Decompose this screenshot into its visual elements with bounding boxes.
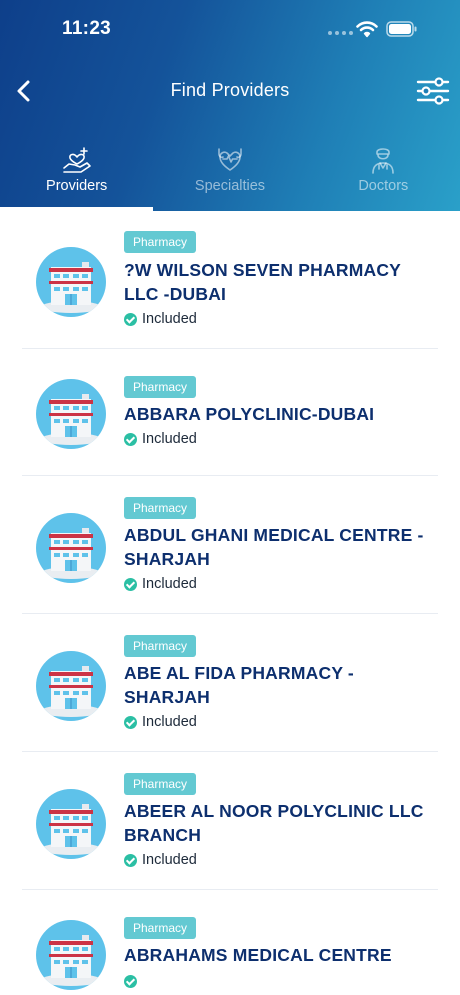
coverage-status: Included	[124, 310, 197, 328]
category-badge: Pharmacy	[124, 635, 197, 657]
hospital-building-icon	[36, 247, 106, 317]
provider-name: ABDUL GHANI MEDICAL CENTRE - SHARJAH	[124, 525, 424, 569]
status-time: 11:23	[62, 18, 112, 39]
check-circle-icon	[124, 715, 137, 729]
check-circle-icon	[124, 853, 137, 867]
list-item[interactable]: Pharmacy ABDUL GHANI MEDICAL CENTRE - SH…	[22, 476, 438, 614]
tab-bar: Providers Specialties Doctors	[0, 144, 460, 211]
list-item[interactable]: Pharmacy ABE AL FIDA PHARMACY - SHARJAH …	[22, 614, 438, 752]
tab-providers[interactable]: Providers	[0, 144, 153, 211]
battery-icon	[386, 21, 417, 37]
provider-name: ABRAHAMS MEDICAL CENTRE	[124, 945, 392, 965]
filter-sliders-icon[interactable]	[416, 76, 450, 106]
status-bar: 11:23	[0, 0, 460, 60]
hospital-building-icon	[36, 513, 106, 583]
building-drawing	[41, 935, 101, 986]
list-item[interactable]: Pharmacy ABRAHAMS MEDICAL CENTRE	[22, 890, 438, 994]
status-text: Included	[142, 576, 197, 592]
coverage-status: Included	[124, 713, 197, 731]
category-badge: Pharmacy	[124, 231, 197, 253]
building-drawing	[41, 394, 101, 445]
heart-stethoscope-icon	[218, 148, 242, 171]
hospital-building-icon	[36, 651, 106, 721]
hospital-building-icon	[36, 789, 106, 859]
wifi-icon	[356, 21, 378, 38]
provider-name: ABBARA POLYCLINIC-DUBAI	[124, 404, 375, 424]
cellular-signal-icon	[328, 31, 353, 35]
status-text: Included	[142, 852, 197, 868]
tab-doctors[interactable]: Doctors	[307, 144, 460, 211]
list-item[interactable]: Pharmacy ABBARA POLYCLINIC-DUBAI Include…	[22, 349, 438, 476]
heart-hand-icon	[62, 147, 91, 173]
category-badge: Pharmacy	[124, 773, 197, 795]
page-title: Find Providers	[170, 80, 290, 100]
category-badge: Pharmacy	[124, 376, 197, 398]
building-drawing	[41, 666, 101, 717]
coverage-status: Included	[124, 575, 197, 593]
tab-providers-label: Providers	[46, 178, 108, 194]
tab-specialties[interactable]: Specialties	[153, 144, 306, 211]
coverage-status: Included	[124, 851, 197, 869]
building-drawing	[41, 804, 101, 855]
category-badge: Pharmacy	[124, 497, 197, 519]
category-badge: Pharmacy	[124, 917, 197, 939]
list-item[interactable]: Pharmacy ABEER AL NOOR POLYCLINIC LLC BR…	[22, 752, 438, 890]
coverage-status	[124, 972, 137, 990]
provider-name: ?W WILSON SEVEN PHARMACY LLC -DUBAI	[124, 260, 401, 304]
navbar: Find Providers	[0, 68, 460, 116]
check-circle-icon	[124, 577, 137, 591]
provider-list: Pharmacy ?W WILSON SEVEN PHARMACY LLC -D…	[0, 211, 460, 994]
list-item[interactable]: Pharmacy ?W WILSON SEVEN PHARMACY LLC -D…	[22, 211, 438, 349]
doctor-icon	[372, 148, 395, 174]
hospital-building-icon	[36, 379, 106, 449]
check-circle-icon	[124, 312, 137, 326]
status-text: Included	[142, 311, 197, 327]
building-drawing	[41, 262, 101, 313]
tab-doctors-label: Doctors	[358, 178, 409, 194]
provider-name: ABEER AL NOOR POLYCLINIC LLC BRANCH	[124, 801, 424, 845]
check-circle-icon	[124, 432, 137, 446]
status-text: Included	[142, 431, 197, 447]
provider-name: ABE AL FIDA PHARMACY - SHARJAH	[124, 663, 354, 707]
building-drawing	[41, 528, 101, 579]
tab-specialties-label: Specialties	[194, 178, 266, 194]
status-text: Included	[142, 714, 197, 730]
hospital-building-icon	[36, 920, 106, 990]
coverage-status: Included	[124, 430, 197, 448]
check-circle-icon	[124, 974, 137, 988]
app-header: 11:23 Find Providers Providers Specialti…	[0, 0, 460, 211]
